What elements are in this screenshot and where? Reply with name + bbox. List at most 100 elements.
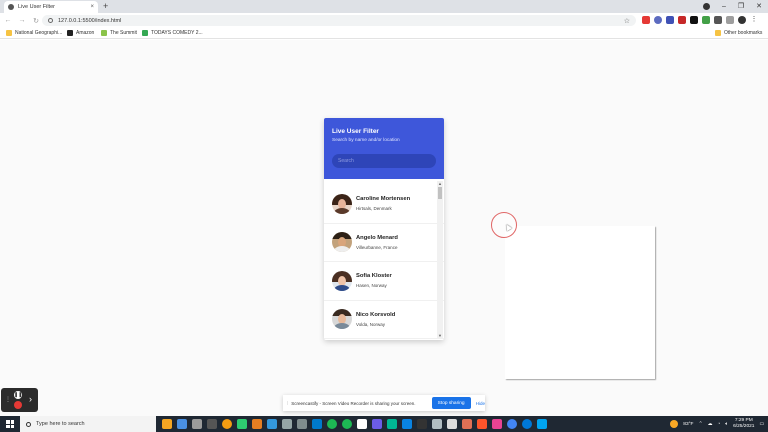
app-icon[interactable] <box>447 419 457 429</box>
scrollbar[interactable]: ▲ ▼ <box>437 181 443 338</box>
app-icon[interactable] <box>177 419 187 429</box>
pause-icon[interactable]: ❚❚ <box>14 391 22 399</box>
drag-handle-icon[interactable]: ⁞ <box>287 401 288 406</box>
edge-icon[interactable] <box>522 419 532 429</box>
browser-tab[interactable]: Live User Filter × <box>4 1 98 13</box>
stop-recording-icon[interactable] <box>14 401 22 409</box>
avatar <box>332 193 352 214</box>
app-icon[interactable] <box>462 419 472 429</box>
user-filter-card: Live User Filter Search by name and/or l… <box>324 118 444 340</box>
taskbar-apps <box>162 419 547 429</box>
taskbar-search[interactable]: Type here to search <box>20 416 156 432</box>
app-icon[interactable] <box>402 419 412 429</box>
stop-sharing-button[interactable]: Stop sharing <box>431 397 471 409</box>
close-window-icon[interactable]: ✕ <box>756 1 762 12</box>
spotify-icon[interactable] <box>327 419 337 429</box>
chevron-up-icon[interactable]: ⌃ <box>698 422 702 427</box>
extension-icon[interactable] <box>642 16 650 24</box>
app-subtitle: Search by name and/or location <box>332 138 400 143</box>
extension-icon[interactable] <box>678 16 686 24</box>
extension-icon[interactable] <box>666 16 674 24</box>
media-icon[interactable] <box>726 16 734 24</box>
bookmark-label: TODAYS COMEDY 2... <box>151 30 203 36</box>
user-list[interactable]: Caroline Mortensen Hirtsals, Denmark Ang… <box>324 179 444 340</box>
app-icon[interactable] <box>537 419 547 429</box>
clock[interactable]: 7:29 PM 6/25/2021 <box>733 418 754 430</box>
user-name: Sofia Kloster <box>356 273 392 280</box>
globe-icon <box>8 4 14 10</box>
chrome-icon[interactable] <box>507 419 517 429</box>
user-location: Hirtsals, Denmark <box>356 206 392 212</box>
folder-icon <box>715 30 721 36</box>
bookmark-label: The Summit <box>110 30 137 36</box>
tab-strip: Live User Filter × + – ❐ ✕ <box>0 0 768 13</box>
scroll-down-icon[interactable]: ▼ <box>437 333 443 338</box>
extension-icon[interactable] <box>654 16 662 24</box>
bookmark-item[interactable]: TODAYS COMEDY 2... <box>142 30 203 36</box>
scroll-up-icon[interactable]: ▲ <box>437 181 443 186</box>
recording-controls: ⋮ ❚❚ › <box>1 388 38 412</box>
drag-handle-icon[interactable]: ⋮ <box>5 396 11 403</box>
bookmark-icon <box>6 30 12 36</box>
app-icon[interactable] <box>297 419 307 429</box>
address-bar[interactable]: 127.0.0.1:5500/index.html ☆ <box>42 15 636 26</box>
weather-temp[interactable]: 83°F <box>683 422 693 427</box>
app-icon[interactable] <box>207 419 217 429</box>
user-name: Angelo Menard <box>356 234 398 241</box>
screen-share-bar: ⁞ Screencastify - Screen Video Recorder … <box>283 395 485 411</box>
minimize-icon[interactable]: – <box>722 1 726 12</box>
card-header: Live User Filter Search by name and/or l… <box>324 118 444 179</box>
app-icon[interactable] <box>252 419 262 429</box>
brave-icon[interactable] <box>477 419 487 429</box>
app-icon[interactable] <box>372 419 382 429</box>
info-icon[interactable] <box>48 18 53 23</box>
folder-icon[interactable] <box>162 419 172 429</box>
hide-link[interactable]: Hide <box>476 401 485 406</box>
app-icon[interactable] <box>387 419 397 429</box>
new-tab-button[interactable]: + <box>103 1 108 12</box>
bookmark-item[interactable]: National Geographi... <box>6 30 62 36</box>
start-button[interactable] <box>0 416 20 432</box>
cloud-icon[interactable]: ☁ <box>708 422 713 427</box>
cursor-highlight <box>491 212 517 238</box>
app-icon[interactable] <box>267 419 277 429</box>
puzzle-icon[interactable] <box>714 16 722 24</box>
reload-icon[interactable]: ↻ <box>30 17 42 25</box>
app-icon[interactable] <box>357 419 367 429</box>
bookmark-star-icon[interactable]: ☆ <box>624 17 630 25</box>
other-bookmarks[interactable]: Other bookmarks <box>715 30 762 36</box>
app-icon[interactable] <box>282 419 292 429</box>
maximize-icon[interactable]: ❐ <box>738 1 744 12</box>
profile-icon[interactable] <box>702 3 710 10</box>
menu-icon[interactable]: ⋮ <box>750 16 758 24</box>
weather-icon[interactable] <box>670 420 679 428</box>
back-icon[interactable]: ← <box>2 17 14 24</box>
app-icon[interactable] <box>237 419 247 429</box>
page-viewport: Live User Filter Search by name and/or l… <box>0 40 768 416</box>
terminal-icon[interactable] <box>417 419 427 429</box>
app-icon[interactable] <box>492 419 502 429</box>
bookmark-icon <box>101 30 107 36</box>
drive-icon <box>142 30 148 36</box>
bookmarks-bar: National Geographi... Amazon The Summit … <box>0 28 768 39</box>
app-icon[interactable] <box>192 419 202 429</box>
bookmark-item[interactable]: The Summit <box>101 30 137 36</box>
app-icon[interactable] <box>342 419 352 429</box>
scrollbar-thumb[interactable] <box>438 187 442 199</box>
volume-icon[interactable]: 🔈︎ <box>725 421 728 427</box>
extensions-bar: ⋮ <box>642 16 758 24</box>
vscode-icon[interactable] <box>312 419 322 429</box>
search-input[interactable] <box>332 154 436 168</box>
chevron-right-icon[interactable]: › <box>29 394 32 404</box>
notifications-icon[interactable]: ▭ <box>759 422 764 427</box>
extension-icon[interactable] <box>690 16 698 24</box>
app-icon[interactable] <box>432 419 442 429</box>
extension-icon[interactable] <box>702 16 710 24</box>
wifi-icon[interactable]: ◔ <box>717 422 720 427</box>
app-icon[interactable] <box>222 419 232 429</box>
forward-icon[interactable]: → <box>16 17 28 24</box>
bookmark-item[interactable]: Amazon <box>67 30 94 36</box>
close-tab-icon[interactable]: × <box>90 4 94 10</box>
avatar[interactable] <box>738 16 746 24</box>
search-icon <box>26 421 31 427</box>
